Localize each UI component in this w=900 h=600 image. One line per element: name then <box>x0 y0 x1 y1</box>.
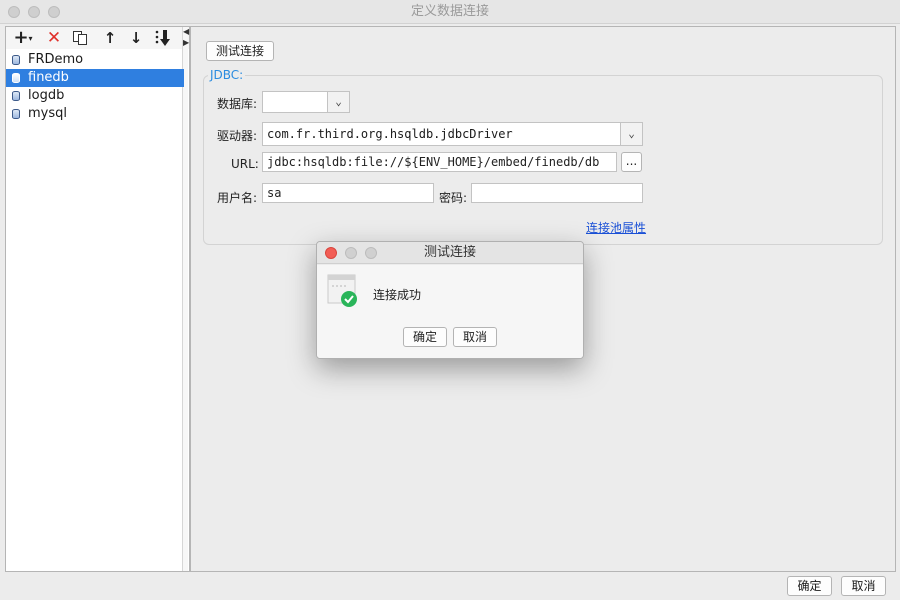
password-label: 密码: <box>439 191 468 205</box>
dialog-titlebar: 测试连接 <box>317 242 583 264</box>
test-connection-dialog: 测试连接 连接成功 确定 取消 <box>316 241 584 359</box>
move-up-button[interactable]: ↑ <box>100 29 120 47</box>
plus-icon: + <box>13 27 29 48</box>
username-field[interactable]: sa <box>262 183 434 203</box>
connection-label: finedb <box>28 70 69 85</box>
connection-tree: FRDemo finedb logdb mysql <box>6 51 184 123</box>
driver-select[interactable]: com.fr.third.org.hsqldb.jdbcDriver ⌄ <box>262 122 643 146</box>
jdbc-group-title: JDBC: <box>208 68 246 82</box>
connection-list-panel: +▾ ✕ ↑ ↓ ◀ ▶ FRDemo finedb logdb mysql <box>5 26 190 572</box>
dialog-body: 连接成功 确定 取消 <box>317 265 583 358</box>
chevron-down-icon: ▾ <box>28 34 33 43</box>
driver-label: 驱动器: <box>217 129 258 143</box>
connection-label: mysql <box>28 106 67 121</box>
red-x-icon: ✕ <box>46 28 62 48</box>
dialog-zoom-button <box>365 247 377 259</box>
url-browse-button[interactable]: ... <box>621 152 642 172</box>
cancel-button[interactable]: 取消 <box>841 576 886 596</box>
ok-button[interactable]: 确定 <box>787 576 832 596</box>
connection-pool-link[interactable]: 连接池属性 <box>586 219 646 236</box>
dialog-title: 测试连接 <box>423 245 476 260</box>
dialog-ok-button[interactable]: 确定 <box>403 327 447 347</box>
window-zoom-button[interactable] <box>48 6 60 18</box>
username-label: 用户名: <box>217 191 258 205</box>
success-check-icon <box>327 274 357 307</box>
dialog-minimize-button <box>345 247 357 259</box>
driver-select-value: com.fr.third.org.hsqldb.jdbcDriver <box>267 127 513 141</box>
chevron-down-icon[interactable]: ⌄ <box>327 92 349 112</box>
database-label: 数据库: <box>217 97 258 111</box>
window-titlebar: 定义数据连接 <box>0 0 900 24</box>
sort-down-icon <box>155 30 170 46</box>
window-minimize-button[interactable] <box>28 6 40 18</box>
window-title: 定义数据连接 <box>410 4 489 19</box>
test-connection-button[interactable]: 测试连接 <box>206 41 274 61</box>
copy-icon <box>73 31 87 45</box>
expand-right-icon[interactable]: ▶ <box>183 38 189 47</box>
database-select[interactable]: ⌄ <box>262 91 350 113</box>
connection-label: FRDemo <box>28 52 84 67</box>
connection-label: logdb <box>28 88 65 103</box>
arrow-up-icon: ↑ <box>103 29 117 47</box>
connection-item-logdb[interactable]: logdb <box>6 87 184 105</box>
chevron-down-icon[interactable]: ⌄ <box>620 123 642 145</box>
delete-connection-button[interactable]: ✕ <box>44 29 64 47</box>
dialog-cancel-button[interactable]: 取消 <box>453 327 497 347</box>
url-field[interactable]: jdbc:hsqldb:file://${ENV_HOME}/embed/fin… <box>262 152 617 172</box>
database-icon <box>12 91 20 101</box>
database-icon <box>12 109 20 119</box>
window-close-button[interactable] <box>8 6 20 18</box>
arrow-down-icon: ↓ <box>129 29 143 47</box>
add-connection-button[interactable]: +▾ <box>10 29 36 47</box>
move-down-button[interactable]: ↓ <box>126 29 146 47</box>
connection-item-mysql[interactable]: mysql <box>6 105 184 123</box>
database-icon <box>12 55 20 65</box>
url-label: URL: <box>231 157 259 171</box>
dialog-message: 连接成功 <box>373 288 422 302</box>
dialog-close-button[interactable] <box>325 247 337 259</box>
collapse-left-icon[interactable]: ◀ <box>183 27 189 36</box>
copy-connection-button[interactable] <box>70 29 90 47</box>
connection-item-frdemo[interactable]: FRDemo <box>6 51 184 69</box>
password-field[interactable] <box>471 183 643 203</box>
sort-button[interactable] <box>152 29 174 47</box>
database-icon <box>12 73 20 83</box>
connection-toolbar: +▾ ✕ ↑ ↓ <box>6 27 189 49</box>
connection-item-finedb[interactable]: finedb <box>6 69 184 87</box>
